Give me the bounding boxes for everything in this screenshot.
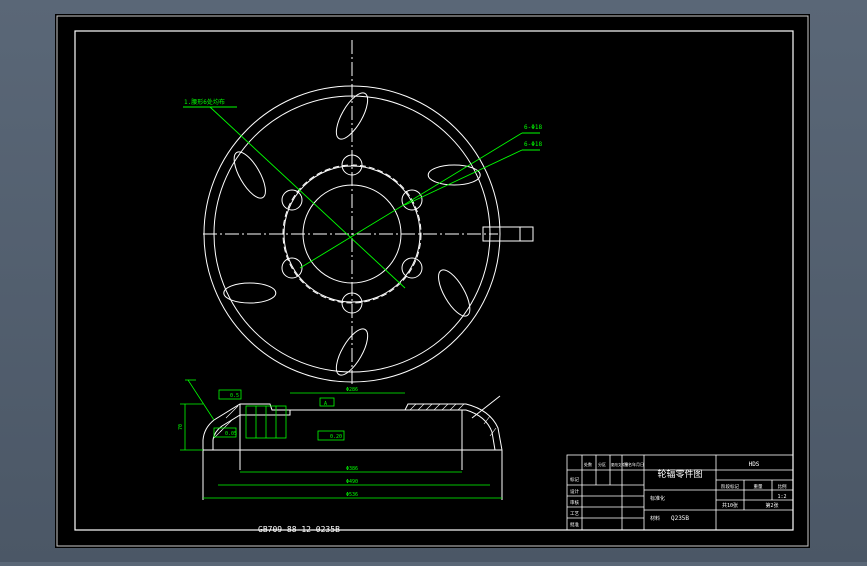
stamp-label: 标准化: [650, 495, 665, 502]
dim-outer-text: Φ536: [346, 492, 358, 498]
tol-text-2: 0.05: [225, 431, 237, 437]
drawing-title: 轮辐零件图: [657, 468, 702, 480]
sheet-number: 第2张: [765, 502, 778, 509]
ratio-value: 1:2: [777, 494, 786, 500]
drawing-canvas: 1.腰形6处均布 6-Φ18 6-Φ18 Φ286 Φ386 Φ490 Φ536…: [55, 14, 810, 548]
cad-viewport[interactable]: 1.腰形6处均布 6-Φ18 6-Φ18 Φ286 Φ386 Φ490 Φ536…: [0, 0, 867, 562]
material-label: 材料: [650, 515, 660, 522]
tb-mid-5: 年月日: [632, 461, 644, 467]
tol-text-3: 0.20: [330, 434, 342, 440]
drawing-sheet: [55, 14, 810, 548]
flag-text: A: [324, 401, 327, 407]
sheet-total: 共10张: [722, 502, 738, 509]
bolt-callout-b: 6-Φ18: [524, 141, 542, 148]
title-top-right: HDS: [749, 461, 760, 468]
dim-top-text: Φ286: [346, 387, 358, 393]
dim-mid-text: Φ490: [346, 479, 358, 485]
label-stage: 阶段标记: [721, 483, 739, 490]
dim-inner-text: Φ386: [346, 466, 358, 472]
bolt-callout-a: 6-Φ18: [524, 124, 542, 131]
tb-mid-4: 签名: [624, 461, 632, 467]
tb-mid-2: 分区: [598, 461, 606, 467]
tb-left-2: 设计: [570, 488, 579, 495]
tb-left-5: 批准: [570, 521, 579, 528]
slot-callout: 1.腰形6处均布: [184, 98, 225, 106]
tb-mid-1: 处数: [584, 461, 592, 467]
tb-left-1: 标记: [570, 476, 579, 483]
part-number: GB709-88-12-0235B: [258, 525, 340, 534]
label-weight: 重量: [754, 483, 763, 490]
tb-left-3: 审核: [570, 499, 579, 506]
tol-text-1: 0.5: [230, 393, 239, 399]
label-ratio: 比例: [778, 483, 787, 490]
tb-left-4: 工艺: [570, 511, 579, 517]
dim-height-text: 70: [178, 424, 184, 430]
material-value: Q235B: [671, 515, 689, 522]
